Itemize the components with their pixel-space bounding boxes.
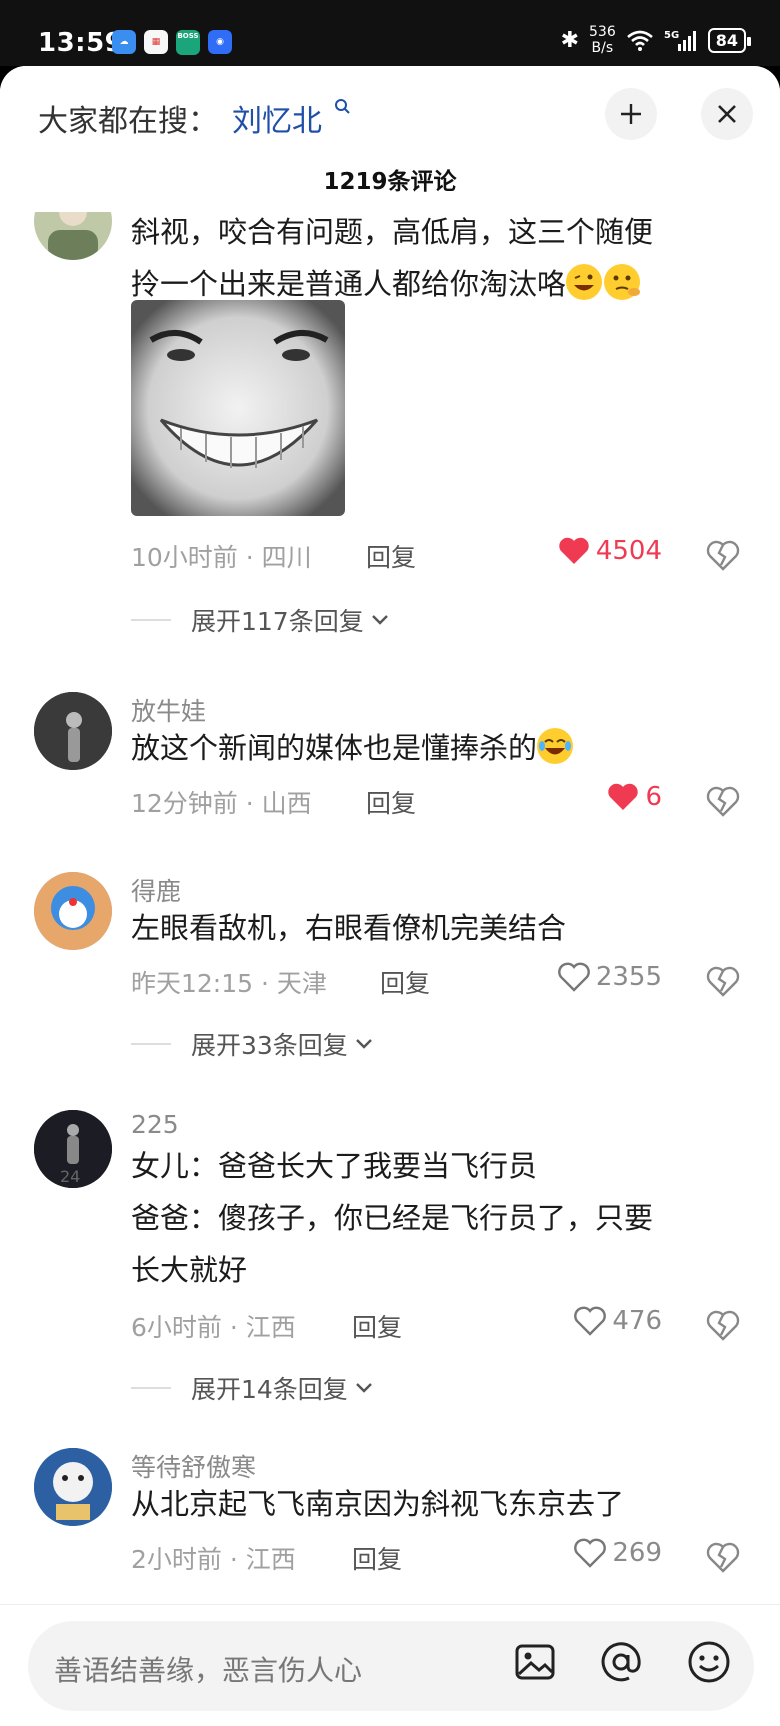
comment-meta: 6小时前 · 江西 — [131, 1313, 296, 1342]
bluetooth-icon: ✱ — [560, 27, 579, 53]
comment-input-bar: 善语结善缘，恶言伤人心 — [0, 1604, 780, 1726]
comment-meta: 10小时前 · 四川 — [131, 543, 312, 572]
comment-meta: 2小时前 · 江西 — [131, 1545, 296, 1574]
laugh-cry-emoji-icon — [537, 728, 574, 764]
heart-filled-icon — [559, 537, 589, 564]
status-indicators: ✱ 536 B/s 5G 84 — [560, 24, 752, 56]
chevron-down-icon — [371, 615, 388, 625]
comment-text: 从北京起飞飞南京因为斜视飞东京去了 — [131, 1487, 625, 1521]
heart-outline-icon — [574, 1538, 607, 1568]
broken-heart-icon[interactable] — [706, 784, 740, 818]
like-button[interactable]: 4504 — [558, 536, 662, 566]
broken-heart-icon[interactable] — [706, 1308, 740, 1342]
like-button[interactable]: 6 — [607, 782, 662, 812]
status-app-icons: ☁ ▦ BOSS ◉ — [112, 30, 232, 55]
net-speed: 536 B/s — [589, 24, 616, 56]
like-button[interactable]: 269 — [574, 1538, 662, 1568]
chevron-down-icon — [355, 1039, 372, 1049]
heart-filled-icon — [608, 783, 639, 810]
sheet-header: 大家都在搜： 刘忆北 1219条评论 — [0, 66, 780, 212]
weather-app-icon: ☁ — [112, 30, 136, 54]
close-button[interactable] — [701, 88, 753, 140]
broken-heart-icon[interactable] — [706, 1540, 740, 1574]
at-icon[interactable] — [598, 1639, 644, 1685]
expand-replies-button[interactable]: 展开14条回复 — [131, 1370, 374, 1406]
battery-indicator: 84 — [707, 27, 752, 53]
thinking-emoji-icon — [604, 264, 641, 300]
reply-button[interactable]: 回复 — [366, 538, 416, 574]
heart-outline-icon — [574, 1306, 607, 1336]
comment-image[interactable] — [131, 300, 345, 516]
chevron-down-icon — [355, 1383, 372, 1393]
avatar[interactable] — [34, 692, 112, 770]
search-icon[interactable] — [334, 98, 352, 118]
emoji-icon[interactable] — [686, 1639, 732, 1685]
boss-app-icon: BOSS — [176, 30, 200, 55]
avatar[interactable] — [34, 1448, 112, 1526]
wifi-icon — [626, 30, 653, 51]
status-time: 13:59 — [38, 28, 124, 58]
comment-text: 斜视，咬合有问题，高低肩，这三个随便 拎一个出来是普通人都给你淘汰咯 — [131, 215, 654, 301]
like-button[interactable]: 476 — [574, 1306, 662, 1336]
search-suggestion-prefix: 大家都在搜： — [38, 104, 218, 139]
expand-replies-button[interactable]: 展开33条回复 — [131, 1026, 374, 1062]
comment-text: 女儿：爸爸长大了我要当飞行员 爸爸：傻孩子，你已经是飞行员了，只要 长大就好 — [131, 1149, 654, 1287]
username[interactable]: 225 — [131, 1110, 179, 1139]
comment-count-title: 1219条评论 — [323, 169, 457, 195]
heart-outline-icon — [557, 962, 590, 992]
avatar[interactable]: 24 — [34, 1110, 112, 1188]
like-button[interactable]: 2355 — [557, 962, 662, 992]
comment-text: 放这个新闻的媒体也是懂捧杀的 — [131, 722, 741, 774]
svg-text:5G: 5G — [664, 30, 679, 41]
expand-replies-button[interactable]: 展开117条回复 — [131, 602, 390, 638]
comment-text: 左眼看敌机，右眼看僚机完美结合 — [131, 911, 567, 945]
minimize-button[interactable] — [605, 88, 657, 140]
image-icon[interactable] — [512, 1639, 558, 1685]
avatar[interactable] — [34, 872, 112, 950]
grin-wink-emoji-icon — [566, 264, 603, 300]
reply-button[interactable]: 回复 — [352, 1308, 402, 1344]
calendar-app-icon: ▦ — [144, 30, 168, 54]
comment-meta: 12分钟前 · 山西 — [131, 789, 312, 818]
status-bar: 13:59 ☁ ▦ BOSS ◉ ✱ 536 B/s 5G 84 — [0, 0, 780, 66]
browser-app-icon: ◉ — [208, 30, 232, 54]
reply-button[interactable]: 回复 — [380, 964, 430, 1000]
reply-button[interactable]: 回复 — [352, 1540, 402, 1576]
comment-input-placeholder[interactable]: 善语结善缘，恶言伤人心 — [54, 1649, 362, 1689]
search-suggestion-link[interactable]: 刘忆北 — [232, 96, 322, 140]
broken-heart-icon[interactable] — [706, 538, 740, 572]
comment-sheet: 大家都在搜： 刘忆北 1219条评论 斜视，咬合有问题，高低肩，这三个随便 拎一… — [0, 66, 780, 1725]
reply-button[interactable]: 回复 — [366, 784, 416, 820]
close-icon — [718, 105, 736, 123]
collapse-icon — [621, 104, 641, 124]
signal-icon: 5G — [664, 30, 696, 51]
broken-heart-icon[interactable] — [706, 964, 740, 998]
comment-meta: 昨天12:15 · 天津 — [131, 969, 327, 998]
svg-text:24: 24 — [60, 1167, 80, 1186]
